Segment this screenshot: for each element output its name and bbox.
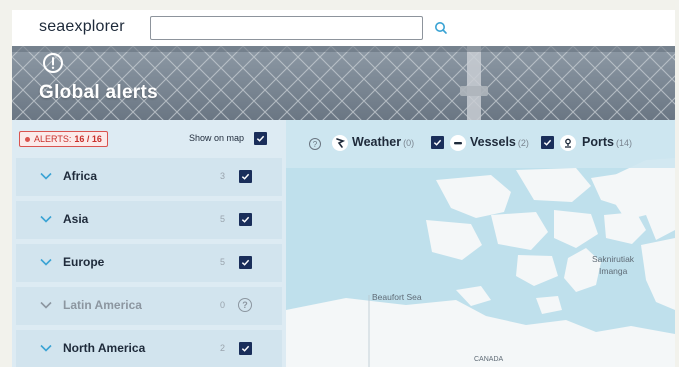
alert-dot-icon [25,136,30,142]
layer-vessels[interactable]: Vessels (2) [470,135,529,149]
logo[interactable]: seaexplorer [39,18,125,36]
top-bar: seaexplorer [12,10,675,46]
region-name: North America [63,341,146,355]
region-count: 2 [220,343,226,353]
region-checkbox-europe[interactable] [239,256,252,269]
port-icon [560,135,576,151]
check-icon [241,216,250,223]
layer-ports-checkbox[interactable] [541,136,554,149]
check-icon [543,139,552,146]
region-row-europe[interactable]: Europe 5 [16,244,282,282]
region-name: Latin America [63,298,142,312]
map-view[interactable]: ? Weather (0) Vessels (2) Ports (14) Bea… [286,120,675,367]
layer-weather-count: (0) [403,138,415,148]
chevron-down-icon [40,344,52,352]
layer-vessels-checkbox[interactable] [431,136,444,149]
alerts-badge-count: 16 / 16 [74,134,102,144]
hero-banner: Global alerts [12,46,675,120]
region-name: Asia [63,212,89,226]
help-icon[interactable]: ? [309,138,321,150]
page-title: Global alerts [39,82,158,103]
region-row-africa[interactable]: Africa 3 [16,158,282,196]
region-row-asia[interactable]: Asia 5 [16,201,282,239]
region-checkbox-africa[interactable] [239,170,252,183]
check-icon [241,259,250,266]
chevron-down-icon [40,258,52,266]
region-row-latin-america[interactable]: Latin America 0 ? [16,287,282,325]
layer-ports-label: Ports [582,135,614,149]
layer-vessels-label: Vessels [470,135,516,149]
alerts-panel-header: ALERTS: 16 / 16 Show on map [12,120,286,156]
region-count: 0 [220,300,226,310]
region-count: 5 [220,257,226,267]
region-checkbox-asia[interactable] [239,213,252,226]
chevron-down-icon [40,301,52,309]
search-icon [435,22,447,34]
layer-weather[interactable]: Weather (0) [352,135,414,149]
layer-ports[interactable]: Ports (14) [582,135,632,149]
show-on-map-checkbox[interactable] [254,132,267,145]
alerts-count-badge: ALERTS: 16 / 16 [19,131,108,147]
check-icon [241,173,250,180]
map-label-place-2: Imanga [599,266,628,276]
map-label-beaufort-sea: Beaufort Sea [372,292,422,302]
app-frame: seaexplorer Global alerts ALERTS: 16 / 1… [12,10,675,367]
alerts-panel: ALERTS: 16 / 16 Show on map Africa 3 Asi… [12,120,286,367]
chevron-down-icon [40,215,52,223]
search-button[interactable] [431,18,451,38]
region-count: 5 [220,214,226,224]
region-count: 3 [220,171,226,181]
map-label-canada: CANADA [474,356,504,363]
show-on-map-label: Show on map [189,133,245,143]
chevron-down-icon [40,172,52,180]
region-name: Africa [63,169,98,183]
check-icon [256,135,265,142]
region-row-north-america[interactable]: North America 2 [16,330,282,367]
weather-icon [332,135,348,151]
help-icon[interactable]: ? [238,298,252,312]
vessel-icon [450,135,466,151]
check-icon [241,345,250,352]
map-label-place-1: Saknirutiak [592,254,635,264]
layer-weather-label: Weather [352,135,402,149]
alert-icon [43,53,63,73]
layer-ports-count: (14) [615,138,632,148]
alerts-badge-label: ALERTS: [34,134,72,144]
region-checkbox-north-america[interactable] [239,342,252,355]
check-icon [433,139,442,146]
region-name: Europe [63,255,105,269]
search-input[interactable] [150,16,423,40]
layer-vessels-count: (2) [517,138,529,148]
map-layer-bar: ? Weather (0) Vessels (2) Ports (14) [286,120,675,168]
